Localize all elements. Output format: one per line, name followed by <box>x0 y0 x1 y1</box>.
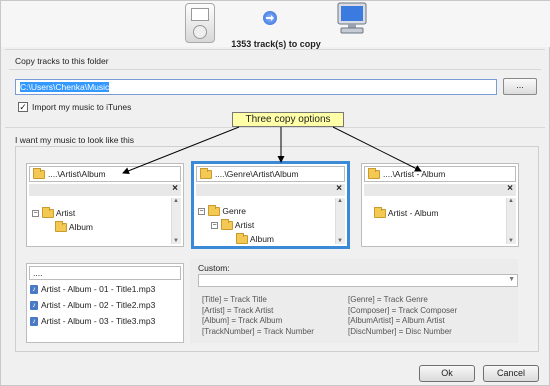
music-file-icon: ♪ <box>30 317 38 326</box>
list-item: ♪ Artist - Album - 02 - Title2.mp3 <box>30 300 155 310</box>
music-file-icon: ♪ <box>30 301 38 310</box>
filename-preview-header: .... <box>29 266 181 280</box>
custom-label: Custom: <box>198 263 230 273</box>
custom-format-panel: Custom: ▼ [Title] = Track Title [Artist]… <box>190 259 518 343</box>
music-file-icon: ♪ <box>30 285 38 294</box>
chevron-down-icon: ▼ <box>508 276 515 283</box>
list-item: ♪ Artist - Album - 03 - Title3.mp3 <box>30 316 155 326</box>
ok-button[interactable]: Ok <box>419 365 475 382</box>
custom-format-select[interactable]: ▼ <box>198 274 518 287</box>
cancel-button[interactable]: Cancel <box>483 365 539 382</box>
custom-legend-right: [Genre] = Track Genre [Composer] = Track… <box>348 295 458 336</box>
custom-legend-left: [Title] = Track Title [Artist] = Track A… <box>202 295 314 336</box>
copy-tracks-dialog: 1353 track(s) to copy Copy tracks to thi… <box>0 0 550 386</box>
filename-preview-list[interactable]: .... ♪ Artist - Album - 01 - Title1.mp3 ♪… <box>26 263 184 343</box>
list-item: ♪ Artist - Album - 01 - Title1.mp3 <box>30 284 155 294</box>
